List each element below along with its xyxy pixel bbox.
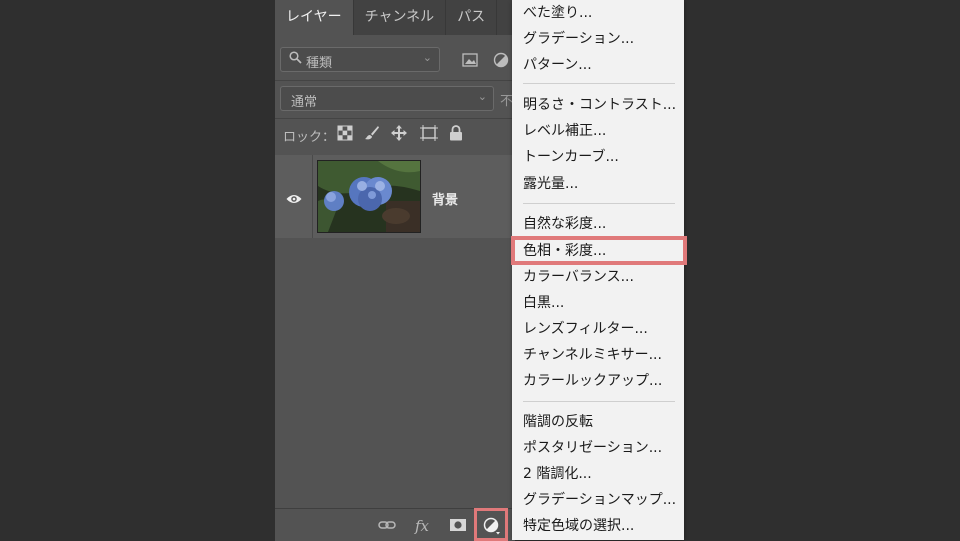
divider bbox=[275, 118, 515, 119]
link-icon[interactable] bbox=[378, 517, 396, 533]
adjustment-button-highlight bbox=[474, 508, 508, 541]
layers-panel: レイヤー チャンネル パス 種類 ⌄ 通常 ⌄ 不 ロック： 背景 fx bbox=[275, 0, 515, 541]
adjustment-filter-icon[interactable] bbox=[493, 52, 509, 68]
menu-item-vibrance[interactable]: 自然な彩度... bbox=[523, 215, 606, 233]
blend-mode-label: 通常 bbox=[291, 95, 318, 110]
menu-item-color-balance[interactable]: カラーバランス... bbox=[523, 268, 634, 286]
blend-mode-select[interactable]: 通常 ⌄ bbox=[280, 86, 494, 111]
menu-item-channel-mixer[interactable]: チャンネルミキサー... bbox=[523, 346, 662, 364]
menu-item-photo-filter[interactable]: レンズフィルター... bbox=[523, 320, 648, 338]
menu-item-posterize[interactable]: ポスタリゼーション... bbox=[523, 439, 662, 457]
search-icon bbox=[289, 51, 302, 68]
tab-paths[interactable]: パス bbox=[446, 0, 498, 35]
menu-item-black-white[interactable]: 白黒... bbox=[523, 294, 564, 312]
artboard-auto-nesting-icon[interactable] bbox=[420, 125, 438, 141]
menu-divider bbox=[523, 401, 675, 402]
menu-divider bbox=[523, 203, 675, 204]
menu-item-brightness-contrast[interactable]: 明るさ・コントラスト... bbox=[523, 96, 676, 114]
menu-item-gradient-map[interactable]: グラデーションマップ... bbox=[523, 491, 676, 509]
layers-panel-footer: fx bbox=[275, 508, 515, 541]
filter-kind-label: 種類 bbox=[306, 56, 333, 71]
layer-name[interactable]: 背景 bbox=[432, 189, 458, 208]
menu-item-curves[interactable]: トーンカーブ... bbox=[523, 148, 619, 166]
panel-tabs: レイヤー チャンネル パス bbox=[275, 0, 515, 35]
filter-kind-select[interactable]: 種類 ⌄ bbox=[280, 47, 440, 72]
menu-item-threshold[interactable]: 2 階調化... bbox=[523, 465, 592, 483]
eye-icon bbox=[286, 190, 302, 203]
menu-item-levels[interactable]: レベル補正... bbox=[523, 122, 606, 140]
menu-item-invert[interactable]: 階調の反転 bbox=[523, 413, 593, 431]
menu-item-pattern[interactable]: パターン... bbox=[523, 56, 592, 74]
mask-icon[interactable] bbox=[449, 517, 467, 533]
menu-item-gradient[interactable]: グラデーション... bbox=[523, 30, 634, 48]
menu-item-selective-color[interactable]: 特定色域の選択... bbox=[523, 517, 634, 535]
visibility-toggle[interactable] bbox=[275, 155, 313, 238]
adjustment-layer-menu: べた塗り... グラデーション... パターン... 明るさ・コントラスト...… bbox=[511, 0, 687, 540]
menu-item-highlight bbox=[511, 236, 687, 265]
divider bbox=[275, 80, 515, 81]
lock-image-pixels-icon[interactable] bbox=[364, 125, 380, 141]
lock-all-icon[interactable] bbox=[449, 125, 465, 141]
tab-channels[interactable]: チャンネル bbox=[354, 0, 447, 35]
lock-label: ロック： bbox=[283, 130, 336, 145]
lock-transparent-pixels-icon[interactable] bbox=[337, 125, 353, 141]
lock-position-icon[interactable] bbox=[391, 125, 407, 141]
menu-item-color-lookup[interactable]: カラールックアップ... bbox=[523, 372, 662, 390]
tab-layers[interactable]: レイヤー bbox=[275, 0, 354, 35]
image-filter-icon[interactable] bbox=[462, 52, 478, 67]
chevron-down-icon: ⌄ bbox=[422, 51, 432, 64]
menu-divider bbox=[523, 83, 675, 84]
layer-row-background[interactable]: 背景 bbox=[275, 155, 515, 238]
menu-item-solid-color[interactable]: べた塗り... bbox=[523, 4, 592, 22]
layer-thumbnail[interactable] bbox=[317, 160, 421, 233]
menu-item-exposure[interactable]: 露光量... bbox=[523, 175, 578, 193]
chevron-down-icon: ⌄ bbox=[477, 90, 487, 103]
fx-icon[interactable]: fx bbox=[415, 517, 433, 535]
